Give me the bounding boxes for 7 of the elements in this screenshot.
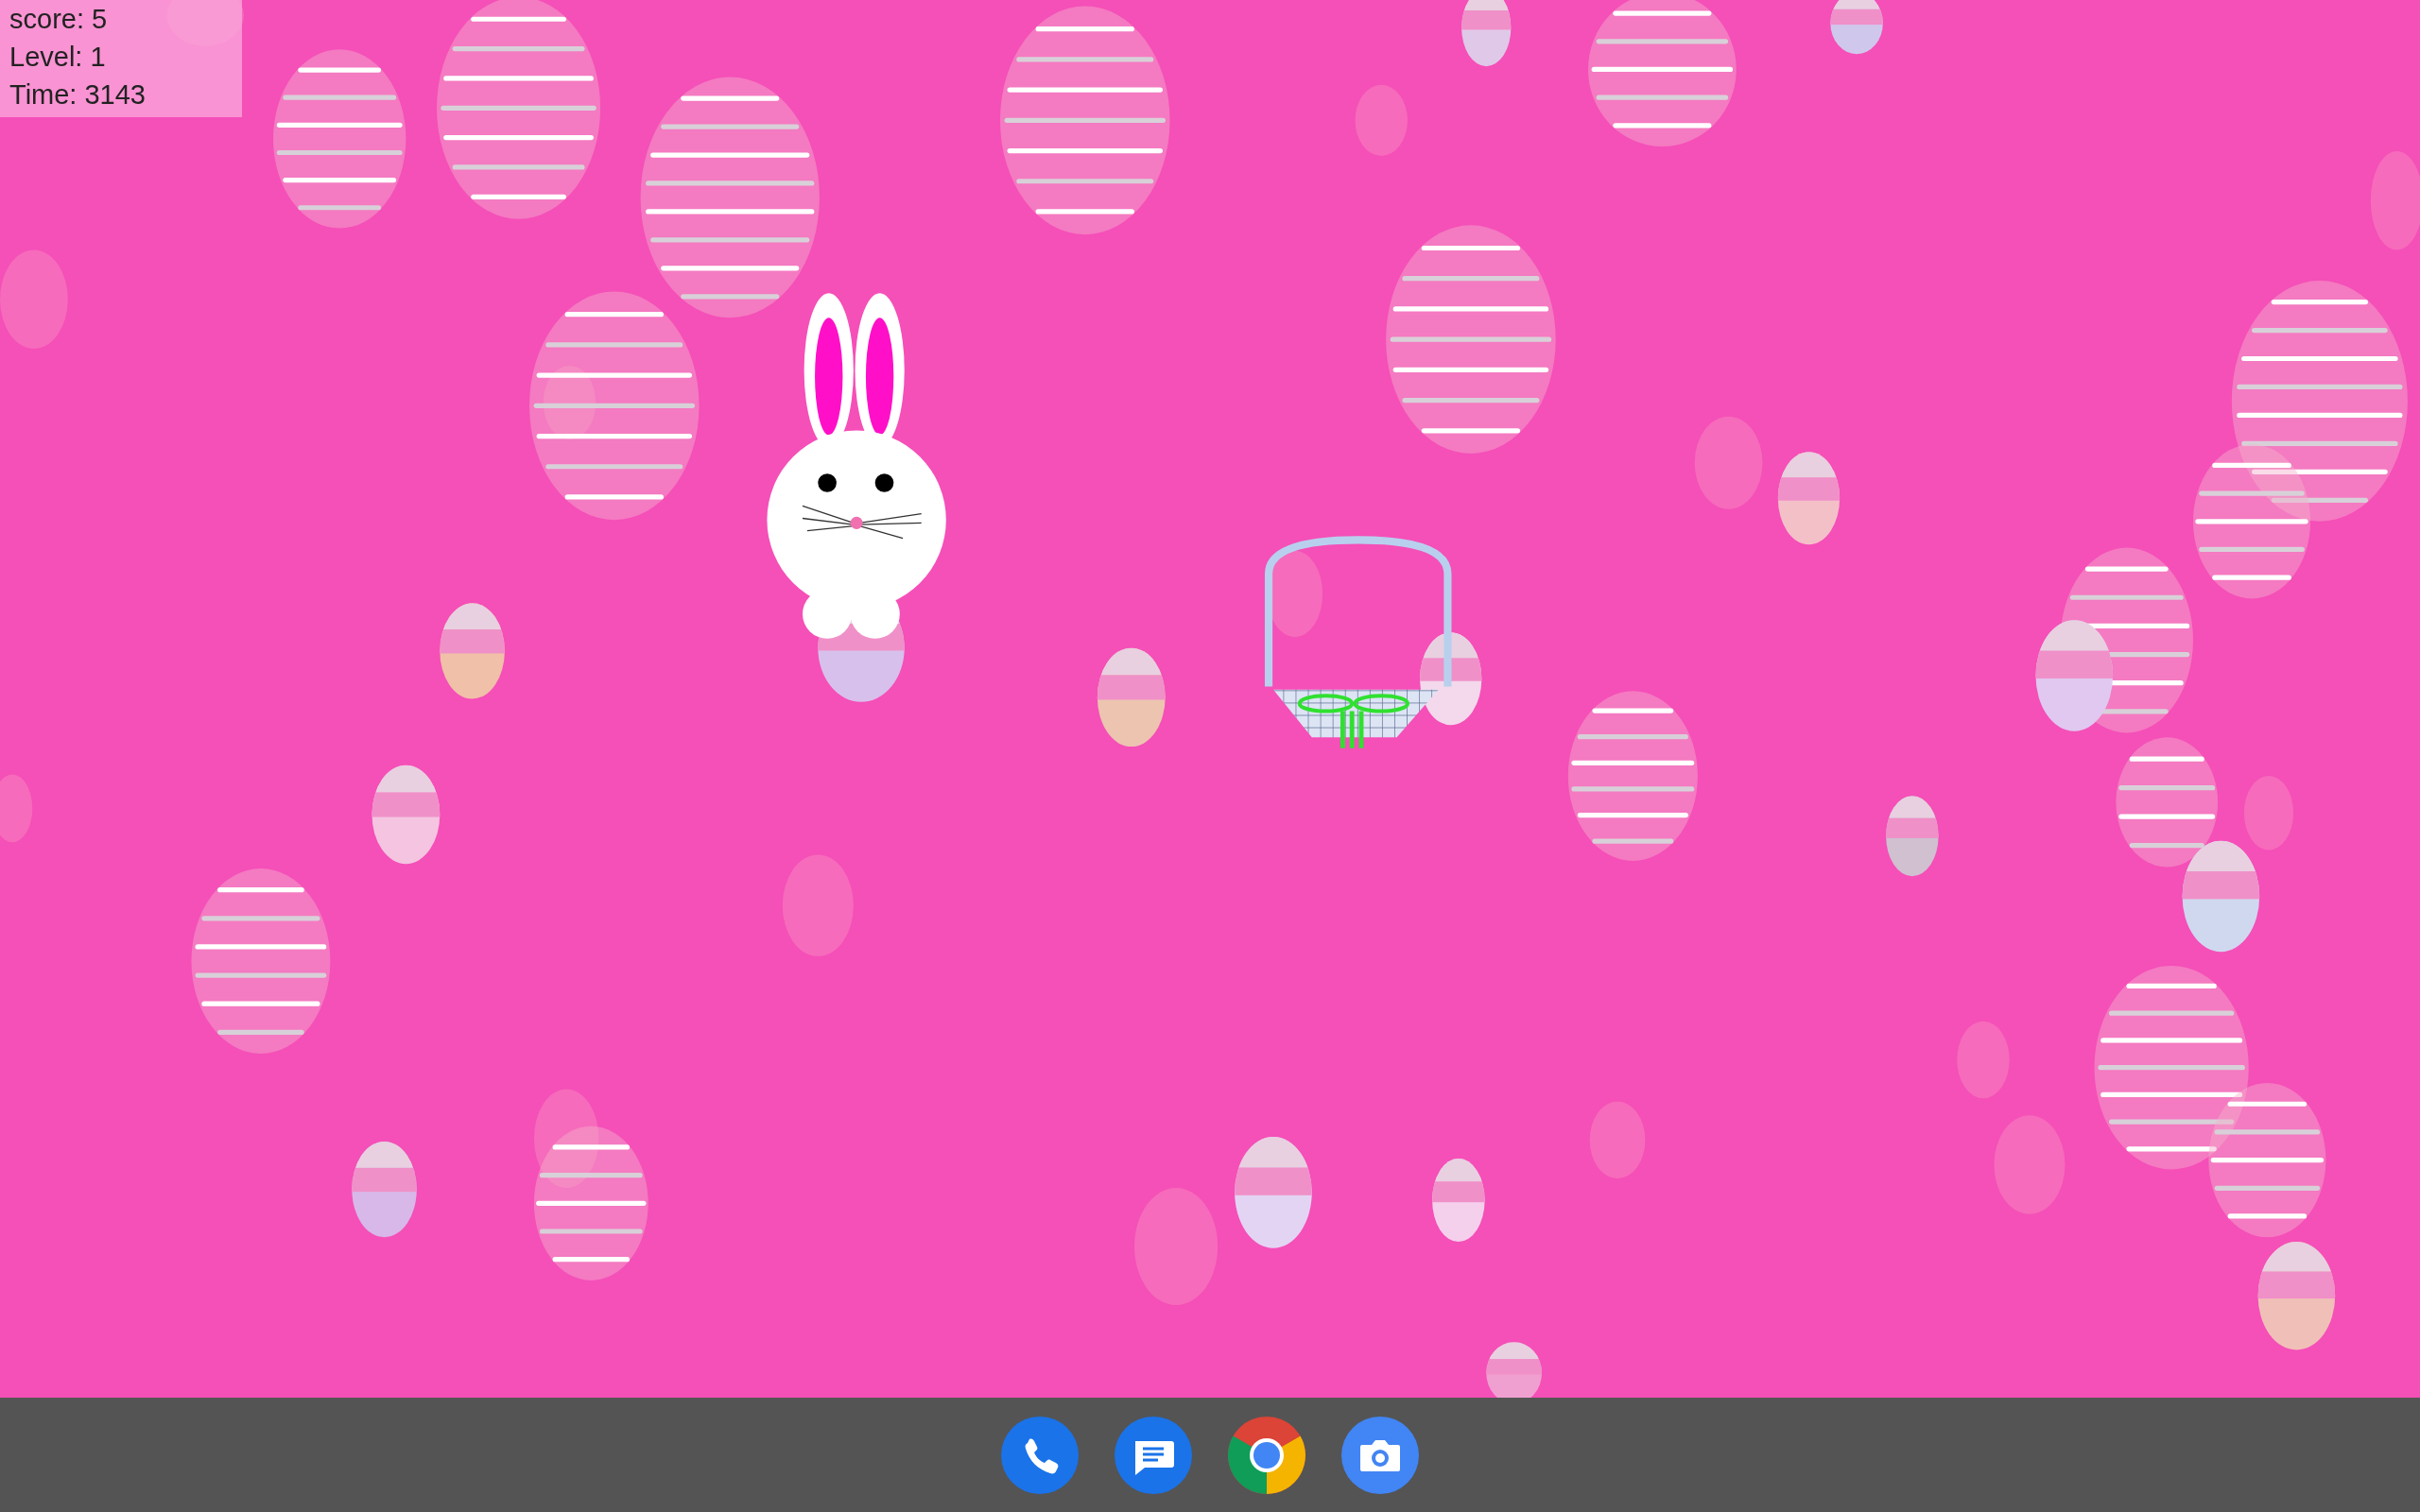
score-text: Time: 3143 [9, 78, 146, 112]
browser-icon[interactable] [1228, 1416, 1305, 1494]
camera-icon[interactable] [1341, 1416, 1419, 1494]
score-text: score: 5 [9, 3, 108, 36]
phone-icon[interactable] [1001, 1416, 1079, 1494]
score-text: Level: 1 [9, 41, 106, 74]
message-icon[interactable] [1115, 1416, 1192, 1494]
